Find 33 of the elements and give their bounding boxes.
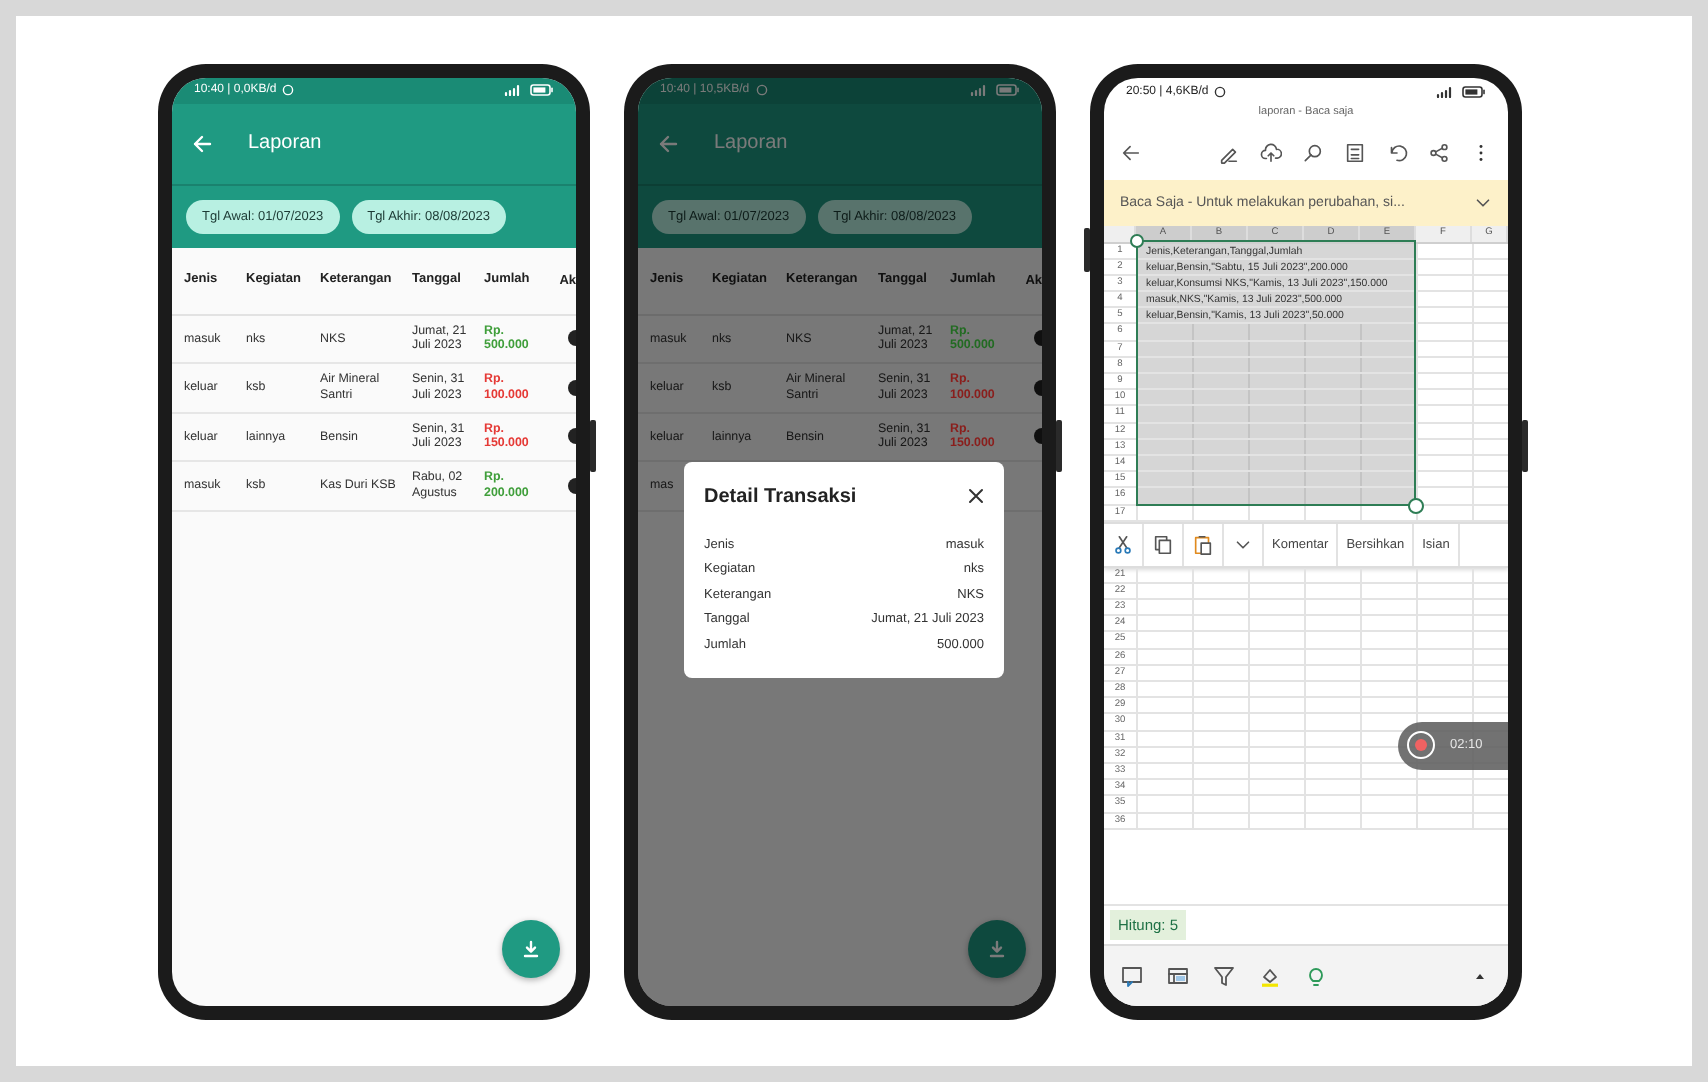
record-icon bbox=[1406, 730, 1436, 760]
download-icon bbox=[988, 939, 1006, 957]
app-bar-title: Laporan bbox=[248, 132, 322, 154]
share-icon[interactable] bbox=[1428, 142, 1450, 164]
document-icon[interactable] bbox=[1344, 142, 1366, 164]
pen-icon[interactable] bbox=[1218, 142, 1240, 164]
download-button[interactable] bbox=[502, 919, 560, 977]
undo-icon[interactable] bbox=[1386, 142, 1408, 164]
signal-icon bbox=[1436, 85, 1456, 97]
signal-icon bbox=[504, 84, 524, 96]
signal-icon bbox=[970, 84, 990, 96]
clipboard-icon[interactable] bbox=[1192, 533, 1214, 556]
battery-icon bbox=[1462, 85, 1486, 97]
cloud-upload-icon[interactable] bbox=[1260, 142, 1282, 164]
filter-icon[interactable] bbox=[1212, 963, 1236, 987]
comment-icon[interactable] bbox=[1120, 963, 1144, 987]
app-bar-title: Laporan bbox=[714, 132, 788, 154]
copy-icon[interactable] bbox=[1152, 533, 1174, 556]
table-icon[interactable] bbox=[1166, 963, 1190, 987]
action-button[interactable] bbox=[568, 428, 576, 445]
scissors-icon[interactable] bbox=[1112, 533, 1134, 556]
download-icon bbox=[522, 939, 540, 957]
search-icon[interactable] bbox=[1302, 142, 1324, 164]
dialog-title: Detail Transaksi bbox=[704, 485, 857, 507]
action-button[interactable] bbox=[568, 330, 576, 347]
lightbulb-icon[interactable] bbox=[1304, 963, 1328, 987]
paint-bucket-icon[interactable] bbox=[1258, 963, 1282, 987]
arrow-left-icon[interactable] bbox=[1120, 142, 1142, 164]
battery-icon bbox=[996, 84, 1020, 96]
action-button[interactable] bbox=[568, 379, 576, 396]
action-button[interactable] bbox=[568, 477, 576, 494]
battery-icon bbox=[530, 84, 554, 96]
close-icon[interactable] bbox=[968, 488, 984, 504]
